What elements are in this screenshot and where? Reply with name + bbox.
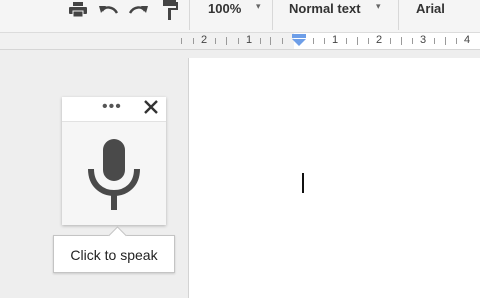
ruler-tick (181, 38, 182, 44)
ruler-tick (390, 38, 391, 44)
print-icon[interactable] (68, 0, 88, 20)
ruler-tick (324, 38, 325, 44)
ruler-tick (357, 37, 358, 45)
paint-format-icon[interactable] (160, 0, 180, 20)
ruler-tick (401, 37, 402, 45)
microphone-icon (88, 139, 140, 210)
ruler-tick (445, 37, 446, 45)
toolbar-separator (189, 0, 190, 30)
toolbar-separator (272, 0, 273, 30)
style-select[interactable]: Normal text (289, 1, 361, 16)
tooltip-arrow (108, 226, 127, 245)
document-page[interactable] (188, 58, 480, 298)
ruler-tick (193, 38, 194, 44)
more-options-button[interactable]: ••• (102, 99, 122, 115)
voice-typing-panel: ••• (62, 97, 166, 225)
style-caret-icon[interactable]: ▾ (376, 1, 381, 12)
indent-marker-icon[interactable] (292, 34, 306, 53)
undo-icon[interactable] (98, 0, 120, 20)
ruler-tick (215, 38, 216, 44)
ruler-tick (260, 38, 261, 44)
ruler-number: 2 (200, 34, 208, 46)
ruler-number: 1 (245, 34, 253, 46)
font-select[interactable]: Arial (416, 1, 445, 16)
ruler-tick (434, 38, 435, 44)
ruler-number: 2 (375, 34, 383, 46)
close-icon[interactable] (144, 100, 158, 119)
ruler-number: 1 (331, 34, 339, 46)
redo-icon[interactable] (127, 0, 149, 20)
text-cursor (302, 173, 304, 193)
ruler-number: 3 (419, 34, 427, 46)
ruler-tick (226, 37, 227, 45)
microphone-button[interactable] (84, 137, 144, 218)
tooltip-text: Click to speak (70, 247, 158, 263)
ruler-tick (313, 38, 314, 44)
ruler[interactable]: 2 1 1 2 3 4 (0, 33, 480, 50)
voice-typing-header: ••• (62, 97, 166, 122)
ruler-page-area (294, 33, 480, 49)
ruler-tick (412, 38, 413, 44)
tooltip: Click to speak (53, 226, 175, 273)
ruler-number: 4 (463, 34, 471, 46)
ruler-tick (346, 38, 347, 44)
ruler-tick (238, 38, 239, 44)
zoom-select[interactable]: 100% (208, 1, 241, 16)
zoom-caret-icon[interactable]: ▾ (256, 1, 261, 12)
ruler-tick (270, 37, 271, 45)
ruler-tick (368, 38, 369, 44)
ruler-tick (456, 38, 457, 44)
toolbar-separator (398, 0, 399, 30)
toolbar: 100% ▾ Normal text ▾ Arial (0, 0, 480, 33)
ruler-tick (282, 38, 283, 44)
